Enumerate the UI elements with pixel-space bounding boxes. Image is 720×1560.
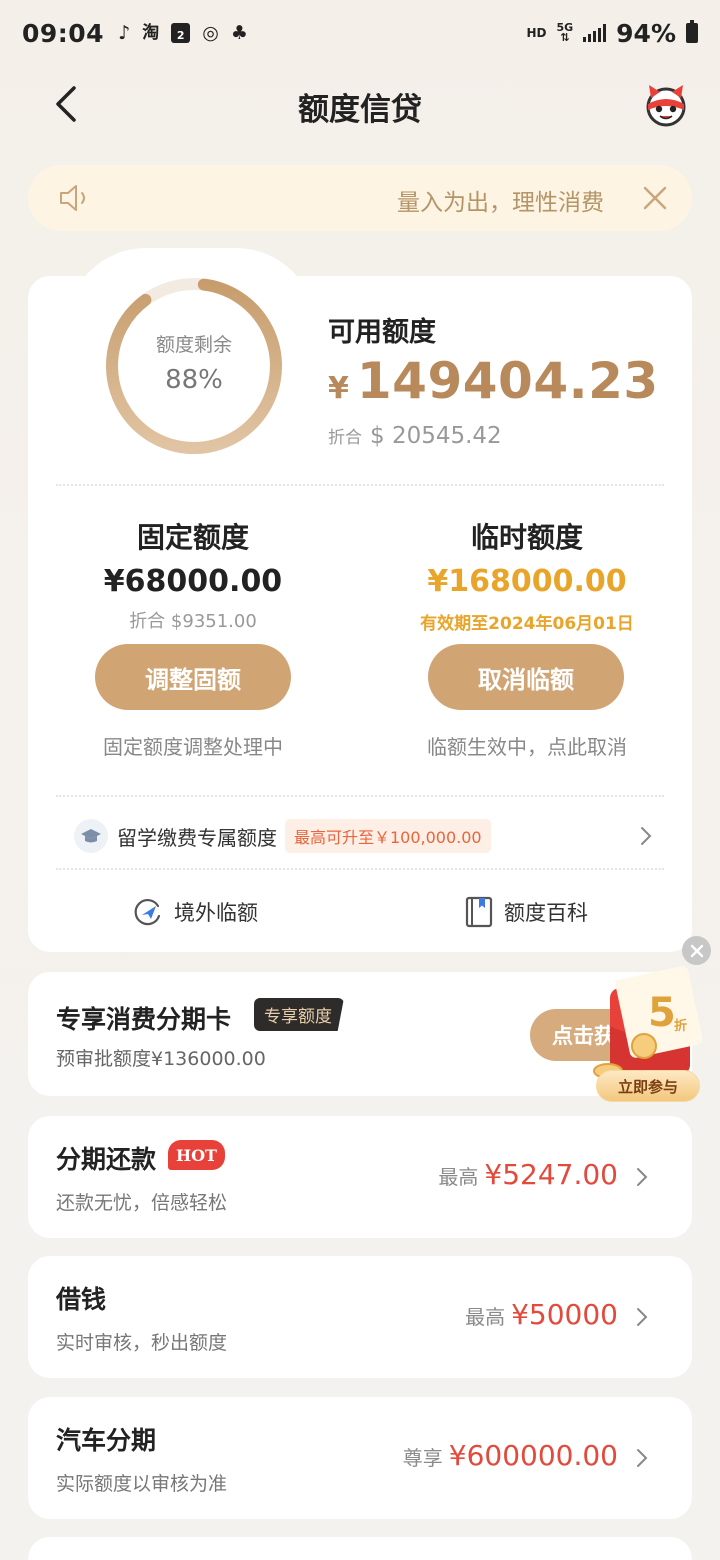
plane-circle-icon [134,899,161,926]
loan-title: 分期还款 [56,1145,157,1174]
converted-label: 折合 [328,428,362,448]
exclusive-quota-tag: 专享额度 [254,998,344,1031]
temp-credit-status[interactable]: 临额生效中，点此取消 [362,731,692,760]
page-title: 额度信贷 [298,92,422,128]
installment-repayment-card[interactable]: 分期还款 HOT 还款无忧，倍感轻松 最高 ¥5247.00 [28,1116,692,1238]
loan-max-amount: 最高 ¥5247.00 [438,1158,618,1191]
promo-discount-number: 5 [648,990,676,1036]
close-promo-icon[interactable] [682,936,711,965]
chevron-right-icon [637,1168,648,1186]
credit-encyclopedia-link[interactable]: 额度百科 [464,896,588,928]
signal-icon [583,24,607,42]
cancel-temp-credit-button[interactable]: 取消临额 [428,644,624,710]
exclusive-card-title: 专享消费分期卡 [56,1005,232,1034]
fixed-credit-amount: ¥68000.00 [103,564,283,599]
divider [56,868,664,870]
study-abroad-tag: 最高可升至￥100,000.00 [285,819,491,853]
fixed-credit-converted: 折合 $9351.00 [129,611,257,632]
overseas-temp-credit-link[interactable]: 境外临额 [132,896,258,928]
loan-subtitle: 实际额度以审核为准 [56,1473,228,1495]
converted-amount: $ 20545.42 [370,423,502,449]
join-now-button[interactable]: 立即参与 [596,1070,700,1102]
loan-max-amount: 最高 ¥50000 [465,1298,618,1331]
loan-amount: ¥50000 [511,1298,618,1331]
exclusive-preapproved-amount: 预审批额度¥136000.00 [56,1048,266,1070]
study-abroad-credit-row[interactable]: 留学缴费专属额度 最高可升至￥100,000.00 [74,818,654,854]
available-converted: 折合 $ 20545.42 [328,423,502,449]
loan-amount: ¥5247.00 [484,1158,618,1191]
close-icon[interactable] [642,185,668,211]
notice-text: 量入为出，理性消费 [397,190,604,216]
ring-label: 额度剩余 [155,334,232,356]
tiktok-icon: ♪ [118,21,131,44]
available-credit-amount: ¥ 149404.23 [328,352,659,410]
battery-percent: 94% [616,18,676,48]
ring-percent: 88% [165,365,223,395]
loan-title: 借钱 [56,1285,107,1314]
graduation-cap-icon [74,819,108,853]
adjust-fixed-credit-button[interactable]: 调整固额 [95,644,291,710]
loan-title: 汽车分期 [56,1426,157,1455]
car-installment-card[interactable]: 汽车分期 实际额度以审核为准 尊享 ¥600000.00 [28,1397,692,1519]
book-icon [465,896,493,928]
status-system-icons: HD 5G ⇅ 94% [526,19,698,48]
weibo-icon: ◎ [202,21,219,44]
hot-badge: HOT [168,1140,225,1170]
mascot-service-icon[interactable] [642,80,690,128]
loan-subtitle: 实时审核，秒出额度 [56,1332,228,1354]
fixed-credit-status: 固定额度调整处理中 [103,735,283,759]
page: 09:04 ♪ 淘 2 ◎ ♣ HD 5G ⇅ 94% 额度信贷 量入为出，理性… [0,0,720,1560]
notice-banner: 量入为出，理性消费 [28,165,692,231]
chevron-right-icon [637,1308,648,1326]
divider [56,795,664,797]
temp-credit-title: 临时额度 [470,521,583,554]
fixed-credit-section: 固定额度 ¥68000.00 折合 $9351.00 [28,516,358,633]
divider [56,484,664,486]
app-header: 额度信贷 [0,66,720,142]
loan-max-amount: 尊享 ¥600000.00 [403,1439,618,1472]
status-bar: 09:04 ♪ 淘 2 ◎ ♣ HD 5G ⇅ 94% [0,0,720,66]
status-notification-icons: ♪ 淘 2 ◎ ♣ [118,23,248,43]
overseas-temp-credit-label: 境外临额 [174,901,258,925]
loan-amount-prefix: 尊享 [402,1446,443,1470]
loan-subtitle: 还款无忧，倍感轻松 [56,1192,228,1214]
calendar-icon: 2 [171,23,191,43]
hd-icon: HD [526,26,547,40]
chevron-right-icon [637,1449,648,1467]
available-amount-value: 149404.23 [356,352,659,410]
temp-credit-valid-date: 有效期至2024年06月01日 [420,614,634,634]
network-type: 5G [556,21,574,34]
next-card-partial [28,1537,692,1560]
loan-amount: ¥600000.00 [448,1439,618,1472]
available-credit-title: 可用额度 [328,317,436,348]
loan-amount-prefix: 最高 [465,1305,506,1329]
chevron-right-icon [641,827,652,845]
temp-credit-section: 临时额度 ¥168000.00 有效期至2024年06月01日 [362,516,692,634]
study-abroad-label: 留学缴费专属额度 [117,825,277,850]
speaker-icon [60,185,85,211]
network-icon: 5G ⇅ [556,21,574,44]
calendar-day: 2 [176,29,185,42]
available-currency: ¥ [328,371,349,406]
fixed-credit-title: 固定额度 [136,521,249,554]
promo-discount-unit: 折 [674,1018,687,1034]
battery-icon [686,20,698,43]
credit-encyclopedia-label: 额度百科 [504,901,588,925]
borrow-money-card[interactable]: 借钱 实时审核，秒出额度 最高 ¥50000 [28,1256,692,1378]
status-time: 09:04 [22,18,105,48]
temp-credit-amount: ¥168000.00 [427,564,627,599]
app-notification-icon: ♣ [230,21,248,44]
taobao-icon: 淘 [142,22,160,43]
loan-amount-prefix: 最高 [438,1165,479,1189]
